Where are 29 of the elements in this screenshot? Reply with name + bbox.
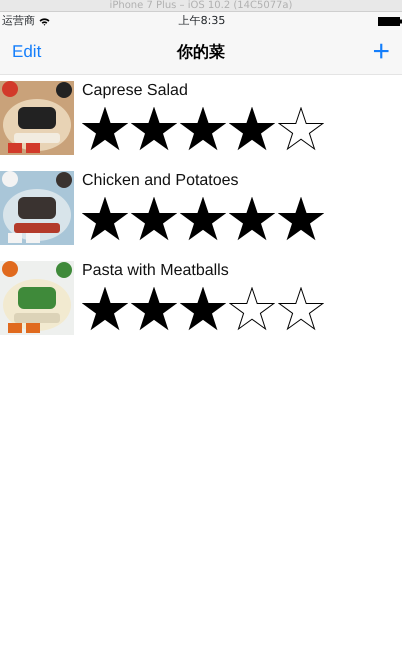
filled-star-icon[interactable] bbox=[131, 107, 177, 151]
meal-name: Caprese Salad bbox=[82, 81, 189, 101]
filled-star-icon[interactable] bbox=[82, 287, 128, 331]
filled-star-icon[interactable] bbox=[180, 107, 226, 151]
battery-icon bbox=[378, 16, 402, 26]
edit-button[interactable]: Edit bbox=[12, 39, 72, 65]
filled-star-icon[interactable] bbox=[131, 197, 177, 241]
empty-star-icon[interactable] bbox=[278, 107, 324, 151]
empty-star-icon[interactable] bbox=[278, 287, 324, 331]
add-button[interactable]: + bbox=[330, 37, 390, 67]
empty-star-icon[interactable] bbox=[229, 287, 275, 331]
filled-star-icon[interactable] bbox=[229, 107, 275, 151]
filled-star-icon[interactable] bbox=[278, 197, 324, 241]
carrier-label: 运营商 bbox=[2, 12, 35, 29]
filled-star-icon[interactable] bbox=[180, 287, 226, 331]
filled-star-icon[interactable] bbox=[82, 107, 128, 151]
star-rating[interactable] bbox=[82, 287, 324, 331]
window-title: iPhone 7 Plus – iOS 10.2 (14C5077a) bbox=[0, 0, 402, 12]
filled-star-icon[interactable] bbox=[229, 197, 275, 241]
star-rating[interactable] bbox=[82, 107, 324, 151]
filled-star-icon[interactable] bbox=[131, 287, 177, 331]
nav-title: 你的菜 bbox=[177, 41, 225, 63]
meal-name: Pasta with Meatballs bbox=[82, 261, 230, 281]
meal-name: Chicken and Potatoes bbox=[82, 171, 240, 191]
wifi-icon bbox=[39, 16, 50, 26]
filled-star-icon[interactable] bbox=[180, 197, 226, 241]
clock-label: 上午8:35 bbox=[178, 12, 226, 29]
filled-star-icon[interactable] bbox=[82, 197, 128, 241]
star-rating[interactable] bbox=[82, 197, 324, 241]
